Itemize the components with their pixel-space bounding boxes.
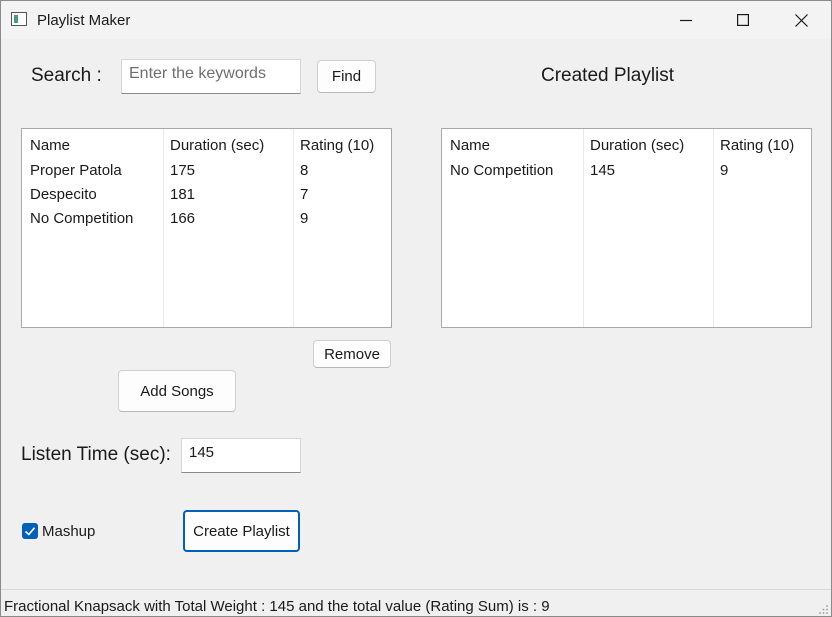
status-text: Fractional Knapsack with Total Weight : … <box>4 598 550 615</box>
column-header-duration[interactable]: Duration (sec) <box>590 137 684 154</box>
column-header-duration[interactable]: Duration (sec) <box>170 137 264 154</box>
window-title: Playlist Maker <box>37 12 131 29</box>
search-input[interactable]: Enter the keywords <box>121 59 301 94</box>
remove-button[interactable]: Remove <box>313 340 391 368</box>
checkmark-icon <box>24 527 36 536</box>
cell-rating: 9 <box>300 210 309 227</box>
status-bar: Fractional Knapsack with Total Weight : … <box>1 589 831 616</box>
cell-duration: 175 <box>170 162 196 179</box>
app-window-icon <box>11 12 27 26</box>
cell-name: No Competition <box>30 210 134 227</box>
close-button[interactable] <box>772 1 830 39</box>
listen-time-input[interactable]: 145 <box>181 438 301 473</box>
close-icon <box>794 13 808 27</box>
maximize-icon <box>737 14 749 26</box>
mashup-label[interactable]: Mashup <box>42 523 95 540</box>
created-playlist-heading: Created Playlist <box>541 65 675 86</box>
resize-grip-icon[interactable] <box>819 605 829 615</box>
column-header-name[interactable]: Name <box>450 137 490 154</box>
cell-rating: 9 <box>720 162 729 179</box>
column-header-name[interactable]: Name <box>30 137 70 154</box>
maximize-button[interactable] <box>714 1 772 39</box>
search-label: Search : <box>31 65 102 86</box>
app-window: Playlist Maker Search : Enter the keywor… <box>0 0 832 617</box>
create-playlist-button[interactable]: Create Playlist <box>183 510 300 552</box>
minimize-button[interactable] <box>657 1 715 39</box>
add-songs-button[interactable]: Add Songs <box>118 370 236 412</box>
cell-duration: 145 <box>590 162 616 179</box>
cell-name: Despecito <box>30 186 97 203</box>
songs-table[interactable]: Name Duration (sec) Rating (10) Proper P… <box>21 128 392 328</box>
cell-name: No Competition <box>450 162 554 179</box>
cell-name: Proper Patola <box>30 162 122 179</box>
column-header-rating[interactable]: Rating (10) <box>720 137 794 154</box>
listen-time-label: Listen Time (sec): <box>21 444 171 465</box>
title-bar[interactable]: Playlist Maker <box>1 1 831 39</box>
cell-duration: 181 <box>170 186 196 203</box>
column-header-rating[interactable]: Rating (10) <box>300 137 374 154</box>
playlist-table[interactable]: Name Duration (sec) Rating (10) No Compe… <box>441 128 812 328</box>
mashup-checkbox[interactable] <box>22 523 38 539</box>
find-button[interactable]: Find <box>317 60 376 93</box>
cell-rating: 7 <box>300 186 309 203</box>
cell-duration: 166 <box>170 210 196 227</box>
minimize-icon <box>680 19 692 22</box>
cell-rating: 8 <box>300 162 309 179</box>
